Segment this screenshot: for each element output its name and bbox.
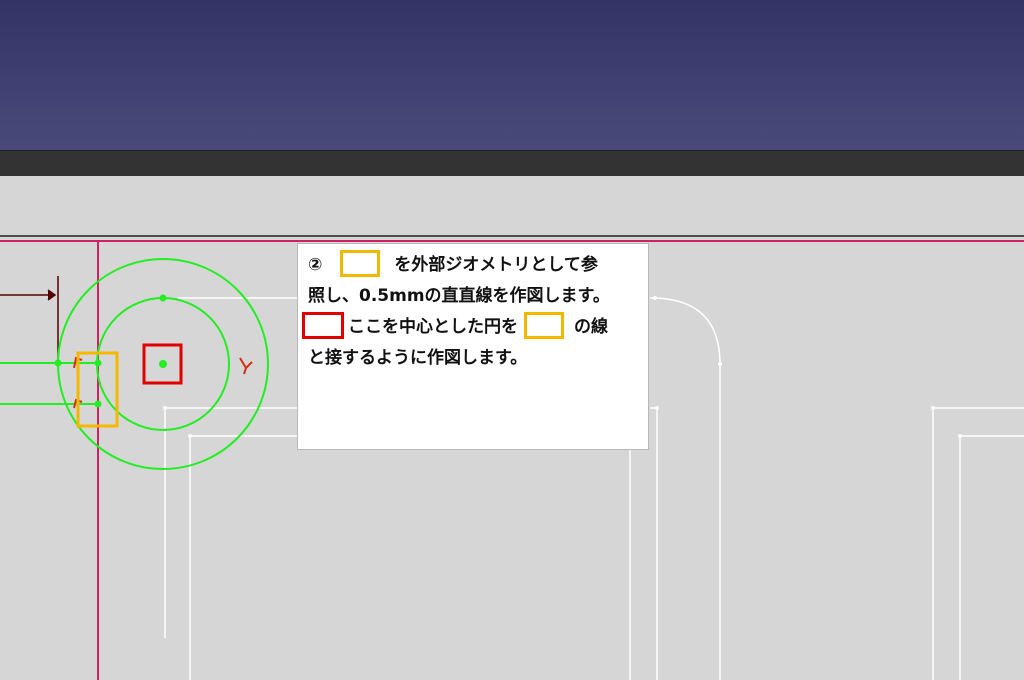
app-header-bar <box>0 0 1024 150</box>
callout-line-2: 照し、0.5mmの直直線を作図します。 <box>308 281 638 312</box>
callout-line-1: ② を外部ジオメトリとして参 <box>308 249 638 281</box>
toolbar-strip <box>0 150 1024 177</box>
callout-text-3a: ここを中心とした円を <box>348 317 518 337</box>
step-number: ② <box>308 255 323 275</box>
red-marker-box <box>302 311 344 339</box>
instruction-callout: ② を外部ジオメトリとして参 照し、0.5mmの直直線を作図します。 ここを中心… <box>297 243 649 450</box>
orange-marker-box <box>340 249 381 277</box>
orange-marker-box-2 <box>524 311 564 339</box>
callout-line-4: と接するように作図します。 <box>308 343 638 374</box>
dimension-arrow[interactable] <box>0 276 59 366</box>
callout-text-3b: の線 <box>574 317 608 337</box>
sketch-geometry[interactable] <box>0 258 269 470</box>
callout-text-1: を外部ジオメトリとして参 <box>394 255 598 275</box>
callout-text-2: 照し、0.5mmの直直線を作図します。 <box>308 286 610 306</box>
circle-center-point <box>159 360 167 368</box>
callout-line-3: ここを中心とした円を の線 <box>302 311 638 343</box>
callout-text-4: と接するように作図します。 <box>308 348 528 368</box>
